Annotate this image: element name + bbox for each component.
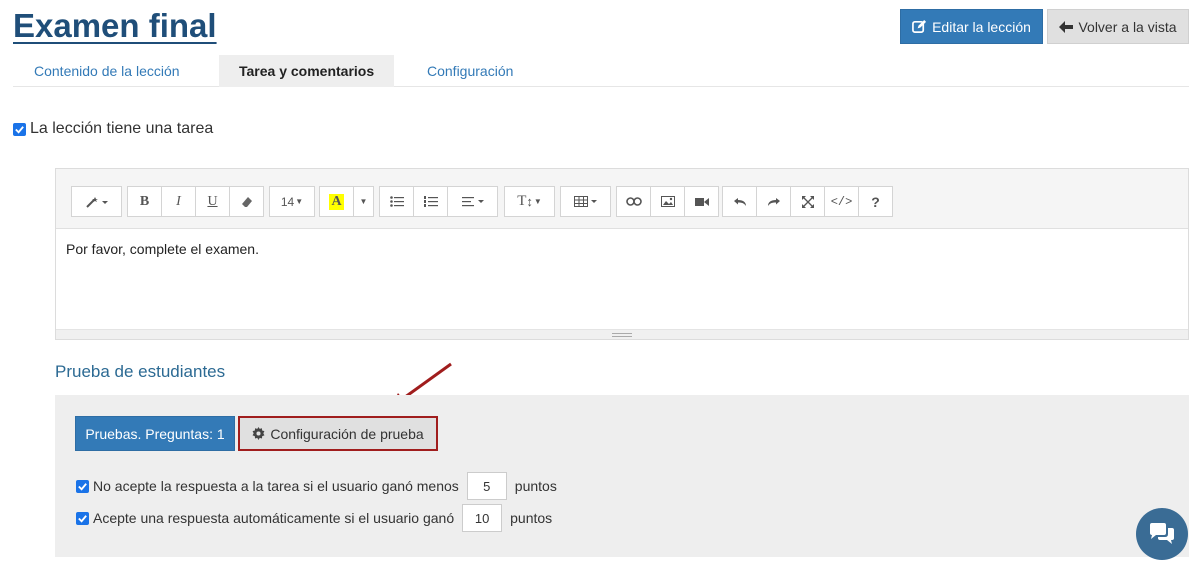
help-icon[interactable]: ? (858, 186, 893, 217)
tab-task-comments[interactable]: Tarea y comentarios (219, 55, 395, 87)
edit-lesson-label: Editar la lección (932, 18, 1031, 35)
test-configuration-button[interactable]: Configuración de prueba (238, 416, 438, 451)
highlight-icon[interactable]: A (319, 186, 354, 217)
edit-icon (912, 19, 927, 33)
auto-accept-suffix: puntos (510, 510, 553, 526)
test-configuration-label: Configuración de prueba (270, 425, 424, 442)
edit-lesson-button[interactable]: Editar la lección (900, 9, 1043, 44)
min-points-input[interactable] (466, 472, 507, 500)
chat-icon (1150, 523, 1174, 544)
eraser-icon[interactable] (229, 186, 264, 217)
bold-icon[interactable]: B (127, 186, 162, 217)
highlight-dropdown[interactable]: ▼ (353, 186, 374, 217)
undo-icon[interactable] (722, 186, 757, 217)
lesson-tabs: Contenido de la lección Tarea y comentar… (13, 55, 1189, 87)
has-task-label: La lección tiene una tarea (30, 120, 214, 137)
page-title: Examen final (13, 7, 217, 44)
auto-accept-label: Acepte una respuesta automáticamente si … (93, 510, 455, 526)
tab-configuration[interactable]: Configuración (407, 55, 533, 87)
ordered-list-icon[interactable] (413, 186, 448, 217)
code-view-icon[interactable]: </> (824, 186, 859, 217)
student-test-panel: Pruebas. Preguntas: 1 Configuración de p… (55, 395, 1189, 557)
redo-icon[interactable] (756, 186, 791, 217)
tab-lesson-content[interactable]: Contenido de la lección (14, 55, 200, 87)
tests-questions-button[interactable]: Pruebas. Preguntas: 1 (75, 416, 235, 451)
option-auto-accept-row: Acepte una respuesta automáticamente si … (76, 504, 552, 532)
back-to-view-label: Volver a la vista (1078, 18, 1177, 35)
min-points-checkbox[interactable] (76, 479, 89, 493)
magic-wand-icon[interactable] (71, 186, 122, 217)
fullscreen-icon[interactable] (790, 186, 825, 217)
has-task-checkbox[interactable] (13, 122, 26, 136)
back-to-view-button[interactable]: Volver a la vista (1047, 9, 1189, 44)
link-icon[interactable] (616, 186, 651, 217)
option-min-points-row: No acepte la respuesta a la tarea si el … (76, 472, 557, 500)
underline-icon[interactable]: U (195, 186, 230, 217)
align-icon[interactable] (447, 186, 498, 217)
gear-icon (252, 427, 265, 440)
font-size-value: 14 (280, 194, 295, 209)
has-task-row: La lección tiene una tarea (13, 120, 213, 138)
auto-accept-checkbox[interactable] (76, 511, 89, 525)
table-icon[interactable] (560, 186, 611, 217)
editor-toolbar: B I U 14 ▼ A ▼ T ↕ ▼ </> ? (56, 169, 1188, 229)
italic-icon[interactable]: I (161, 186, 196, 217)
min-points-suffix: puntos (514, 478, 557, 494)
min-points-label: No acepte la respuesta a la tarea si el … (93, 478, 459, 494)
image-icon[interactable] (650, 186, 685, 217)
arrow-left-icon (1059, 20, 1074, 33)
font-size-select[interactable]: 14 ▼ (269, 186, 315, 217)
editor-content[interactable]: Por favor, complete el examen. (66, 241, 259, 257)
unordered-list-icon[interactable] (379, 186, 414, 217)
text-height-icon[interactable]: T ↕ ▼ (504, 186, 555, 217)
chat-support-button[interactable] (1136, 508, 1188, 560)
auto-accept-input[interactable] (462, 504, 503, 532)
editor-resize-handle[interactable] (56, 329, 1188, 339)
student-test-title: Prueba de estudiantes (55, 362, 226, 381)
video-icon[interactable] (684, 186, 719, 217)
rich-text-editor: B I U 14 ▼ A ▼ T ↕ ▼ </> ? Por favor, co… (55, 168, 1189, 340)
